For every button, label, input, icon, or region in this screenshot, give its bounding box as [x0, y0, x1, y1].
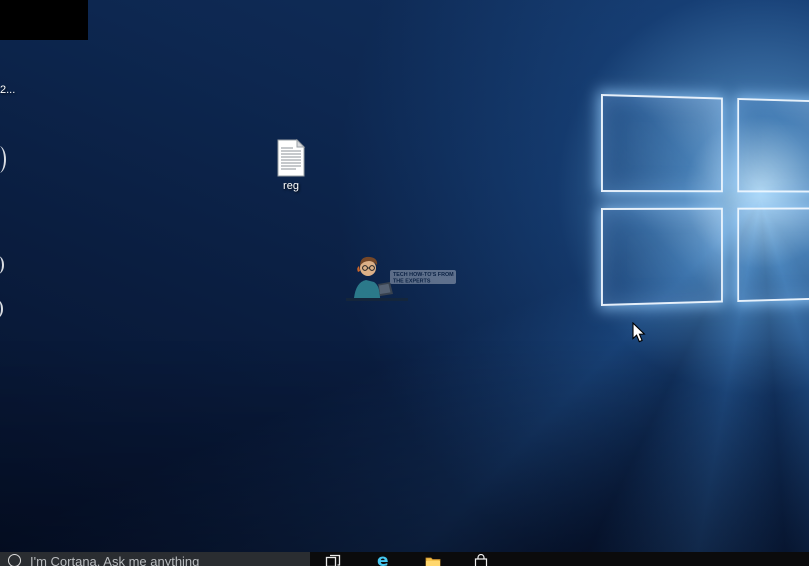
windows-logo [601, 94, 809, 306]
task-view-icon[interactable] [325, 554, 341, 566]
watermark-text-line1: TECH HOW-TO'S FROM [393, 272, 454, 278]
partial-icon-label[interactable]: 2... [0, 84, 15, 96]
windows-logo-pane [737, 207, 809, 302]
mouse-cursor [632, 322, 646, 343]
windows-logo-pane [737, 98, 809, 193]
cortana-icon [8, 554, 21, 566]
desktop-icon-label: reg [283, 180, 299, 192]
watermark-text-line2: THE EXPERTS [393, 279, 431, 285]
windows-logo-pane [601, 207, 723, 306]
text-file-icon [277, 139, 306, 177]
taskbar[interactable]: I'm Cortana. Ask me anything e [0, 552, 809, 566]
edge-icon[interactable]: e [377, 553, 393, 566]
file-explorer-icon[interactable] [425, 554, 441, 566]
cortana-search-box[interactable]: I'm Cortana. Ask me anything [0, 552, 310, 566]
windows-logo-pane [601, 94, 723, 193]
watermark-logo: TECH HOW-TO'S FROM THE EXPERTS [346, 256, 456, 301]
desktop-icon-reg[interactable]: reg [261, 139, 321, 192]
store-icon[interactable] [473, 554, 489, 566]
cortana-search-placeholder: I'm Cortana. Ask me anything [30, 554, 200, 566]
window-fragment [0, 0, 88, 40]
